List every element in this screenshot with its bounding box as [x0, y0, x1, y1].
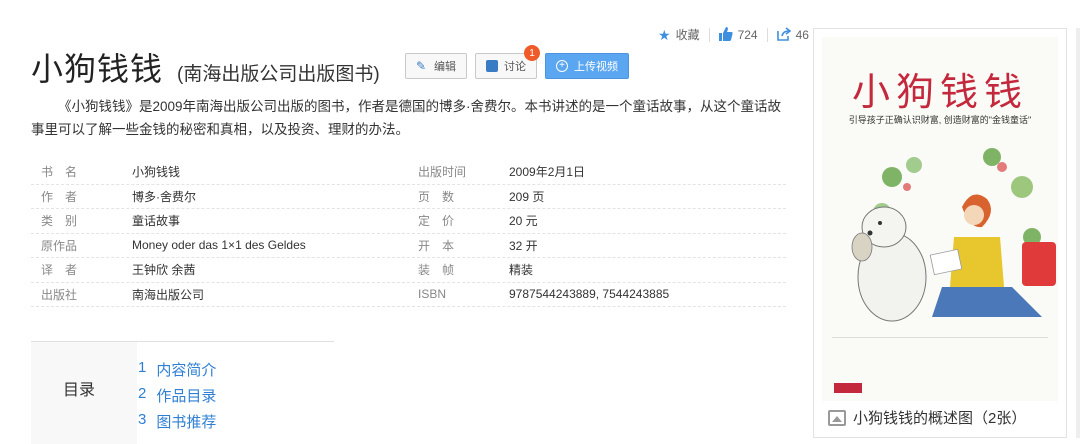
- info-value: 童话故事: [132, 214, 181, 229]
- collect-label: 收藏: [675, 28, 700, 42]
- info-value: 9787544243889, 7544243885: [509, 287, 670, 302]
- upload-video-button[interactable]: + 上传视频: [545, 53, 629, 79]
- divider: [766, 27, 768, 42]
- pencil-icon: ✎: [416, 59, 427, 73]
- share-count: 46: [795, 27, 809, 42]
- share-button[interactable]: 46: [776, 26, 809, 43]
- toc-number: 2: [138, 385, 147, 402]
- toc-item-recommend[interactable]: 3 图书推荐: [138, 411, 334, 437]
- info-row: 原作品 Money oder das 1×1 des Geldes 开 本 32…: [31, 234, 786, 258]
- info-value: 20 元: [509, 214, 538, 229]
- cover-caption[interactable]: 小狗钱钱的概述图（2张）: [828, 407, 1026, 428]
- star-icon: ★: [658, 26, 671, 43]
- upload-label: 上传视频: [574, 61, 618, 73]
- info-key: 出版时间: [418, 165, 467, 180]
- info-value: 209 页: [509, 189, 545, 204]
- info-key: 类 别: [41, 214, 78, 229]
- info-key: 出版社: [41, 287, 78, 302]
- info-value: 32 开: [509, 238, 538, 253]
- summary-text: 《小狗钱钱》是2009年南海出版公司出版的图书，作者是德国的博多·舍费尔。本书讲…: [31, 99, 782, 137]
- info-key: 定 价: [418, 214, 455, 229]
- discuss-label: 讨论: [504, 61, 526, 73]
- scrollbar[interactable]: [1076, 28, 1080, 438]
- toc-title: 目录: [63, 382, 96, 399]
- discuss-button[interactable]: 讨论 1: [475, 45, 540, 79]
- like-count: 724: [737, 27, 758, 42]
- info-row: 作 者 博多·舍费尔 页 数 209 页: [31, 185, 786, 209]
- toc-label: 内容简介: [156, 362, 217, 379]
- thumbs-up-icon: [718, 26, 733, 43]
- info-value: Money oder das 1×1 des Geldes: [132, 238, 306, 253]
- info-row: 书 名 小狗钱钱 出版时间 2009年2月1日: [31, 160, 786, 185]
- info-key: 开 本: [418, 238, 455, 253]
- info-row: 类 别 童话故事 定 价 20 元: [31, 209, 786, 234]
- cover-illustration: [832, 148, 1056, 393]
- page-title: 小狗钱钱: [31, 51, 164, 87]
- plus-circle-icon: +: [556, 60, 568, 72]
- picture-icon: [828, 409, 846, 426]
- divider: [708, 27, 710, 42]
- info-key: ISBN: [418, 287, 447, 302]
- info-value: 小狗钱钱: [132, 165, 181, 180]
- info-value: 博多·舍费尔: [132, 189, 196, 204]
- info-key: 装 帧: [418, 263, 455, 278]
- page-subtitle: (南海出版公司出版图书): [177, 64, 380, 85]
- toc-item-contents[interactable]: 2 作品目录: [138, 385, 334, 411]
- toc-label: 图书推荐: [156, 414, 217, 431]
- info-key: 页 数: [418, 189, 455, 204]
- edit-label: 编辑: [434, 61, 456, 73]
- book-cover-image[interactable]: 小狗钱钱 引导孩子正确认识财富, 创造财富的"金钱童话": [822, 37, 1058, 401]
- toc-number: 3: [138, 411, 147, 428]
- toc-label: 作品目录: [156, 388, 217, 405]
- info-key: 原作品: [41, 238, 78, 253]
- info-value: 王钟欣 余茜: [132, 263, 196, 278]
- title-row: 小狗钱钱 (南海出版公司出版图书): [31, 44, 380, 90]
- cover-panel[interactable]: 小狗钱钱 引导孩子正确认识财富, 创造财富的"金钱童话" 小狗钱钱的概述图（2张…: [813, 28, 1067, 438]
- edit-button[interactable]: ✎ 编辑: [405, 53, 467, 79]
- info-row: 出版社 南海出版公司 ISBN 9787544243889, 754424388…: [31, 283, 786, 307]
- info-key: 作 者: [41, 189, 78, 204]
- toc-item-intro[interactable]: 1 内容简介: [138, 359, 334, 385]
- cover-caption-label: 小狗钱钱的概述图（2张）: [853, 410, 1027, 427]
- like-button[interactable]: 724: [718, 26, 758, 43]
- info-row: 译 者 王钟欣 余茜 装 帧 精装: [31, 258, 786, 283]
- info-value: 2009年2月1日: [509, 165, 586, 180]
- toolbar: ✎ 编辑 讨论 1 + 上传视频: [405, 45, 629, 79]
- info-value: 南海出版公司: [132, 287, 205, 302]
- info-value: 精装: [509, 263, 534, 278]
- collect-button[interactable]: ★ 收藏: [658, 26, 700, 43]
- share-icon: [776, 26, 791, 43]
- info-table: 书 名 小狗钱钱 出版时间 2009年2月1日 作 者 博多·舍费尔 页 数 2…: [31, 160, 786, 307]
- comment-icon: [486, 60, 498, 72]
- toc-list: 1 内容简介 2 作品目录 3 图书推荐: [137, 342, 334, 444]
- toc-number: 1: [138, 359, 147, 376]
- info-key: 书 名: [41, 165, 78, 180]
- info-key: 译 者: [41, 263, 78, 278]
- table-of-contents: 目录 1 内容简介 2 作品目录 3 图书推荐: [31, 341, 334, 444]
- action-bar: ★ 收藏 724 46: [658, 26, 809, 43]
- discuss-badge: 1: [524, 45, 540, 61]
